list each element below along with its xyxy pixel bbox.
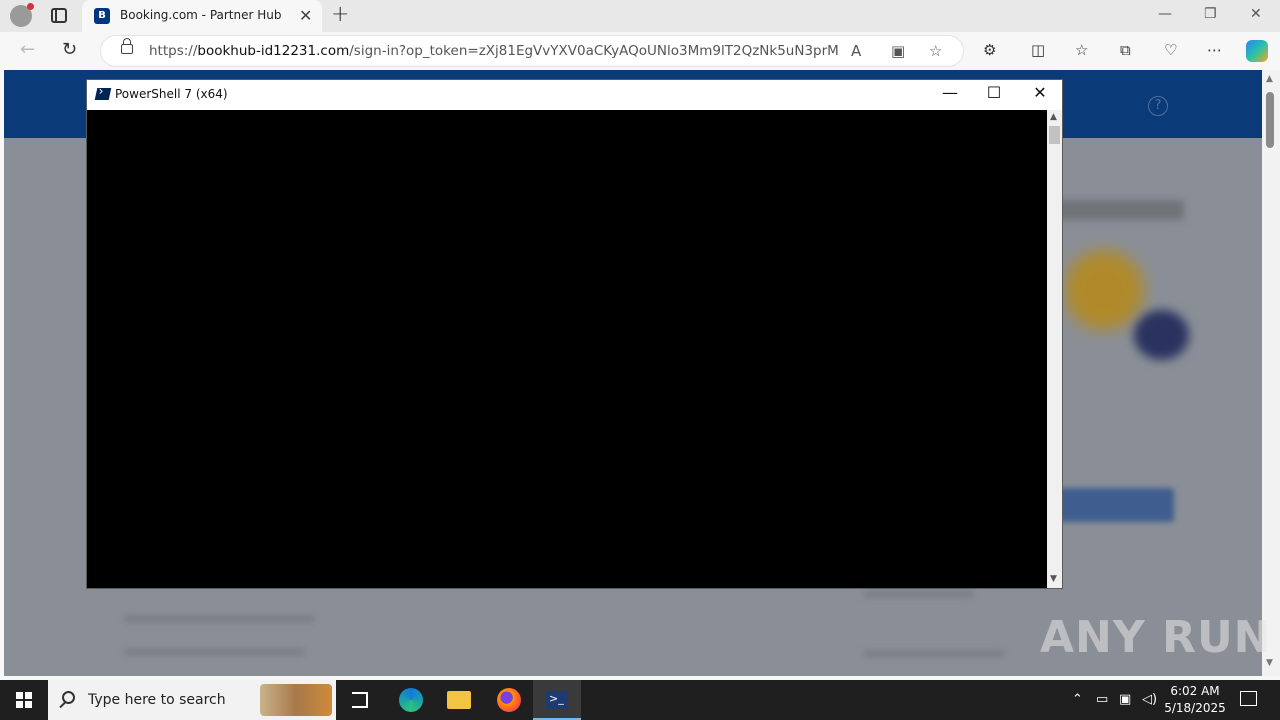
profile-avatar-icon[interactable] [10, 3, 34, 27]
favorite-star-icon[interactable]: ☆ [929, 42, 942, 60]
extensions-icon[interactable]: ⚙ [983, 41, 996, 59]
tab-title: Booking.com - Partner Hub [120, 8, 282, 22]
taskbar: Type here to search ⌃ ▭ ▣ ◁) 6:02 AM 5/1… [0, 680, 1280, 720]
powershell-window[interactable]: PowerShell 7 (x64) — ☐ ✕ ▲ ▼ [86, 79, 1063, 589]
ps-minimize-button[interactable]: — [935, 83, 965, 102]
blurred-text [864, 590, 974, 598]
lock-icon[interactable] [121, 38, 133, 54]
url-text[interactable]: https://bookhub-id12231.com/sign-in?op_t… [149, 43, 839, 59]
browser-essentials-icon[interactable]: ♡ [1164, 41, 1177, 59]
folder-icon [447, 691, 471, 709]
edge-taskbar-button[interactable] [386, 680, 434, 720]
windows-start-icon[interactable] [16, 692, 32, 708]
immersive-reader-icon[interactable]: ▣ [891, 42, 905, 60]
help-icon[interactable]: ? [1148, 96, 1168, 116]
notifications-icon[interactable] [1240, 691, 1257, 706]
firefox-taskbar-button[interactable] [484, 680, 532, 720]
edge-icon [399, 688, 423, 712]
firefox-icon [497, 688, 521, 712]
network-icon[interactable]: ▣ [1119, 692, 1131, 707]
browser-tab-strip: B Booking.com - Partner Hub ✕ + — ❐ ✕ [0, 0, 1280, 32]
search-highlight-image [260, 684, 332, 716]
scrollbar-thumb[interactable] [1266, 92, 1274, 148]
refresh-icon[interactable]: ↻ [62, 39, 77, 60]
copilot-icon[interactable] [1246, 40, 1268, 62]
ps-maximize-button[interactable]: ☐ [979, 83, 1009, 102]
page-scrollbar[interactable]: ▲ ▼ [1262, 70, 1280, 676]
clock-time: 6:02 AM [1170, 684, 1220, 698]
blurred-heading [1044, 200, 1184, 220]
powershell-title: PowerShell 7 (x64) [115, 87, 228, 101]
blurred-illustration-shape [1134, 310, 1189, 360]
browser-close-button[interactable]: ✕ [1250, 6, 1262, 22]
blurred-button [1054, 488, 1174, 522]
powershell-taskbar-button[interactable] [533, 680, 581, 720]
back-icon[interactable]: ← [20, 39, 35, 60]
read-aloud-icon[interactable]: A [851, 42, 861, 60]
more-menu-icon[interactable]: ⋯ [1207, 41, 1222, 59]
tab-close-icon[interactable]: ✕ [299, 6, 312, 25]
address-bar[interactable]: https://bookhub-id12231.com/sign-in?op_t… [100, 35, 964, 67]
clock-date: 5/18/2025 [1164, 701, 1226, 715]
split-screen-icon[interactable]: ◫ [1031, 41, 1045, 59]
powershell-app-icon [546, 691, 568, 709]
blurred-link [124, 648, 304, 656]
powershell-console[interactable] [87, 110, 1047, 588]
browser-tab-active[interactable]: B Booking.com - Partner Hub ✕ [82, 0, 322, 32]
powershell-icon [94, 88, 112, 100]
new-tab-button[interactable]: + [331, 2, 349, 27]
volume-icon[interactable]: ◁) [1142, 692, 1157, 707]
browser-minimize-button[interactable]: — [1158, 6, 1172, 22]
tray-chevron-icon[interactable]: ⌃ [1072, 692, 1083, 707]
blurred-link [124, 615, 314, 623]
booking-favicon-icon: B [94, 8, 110, 24]
search-placeholder: Type here to search [88, 692, 226, 708]
tray-device-icon[interactable]: ▭ [1096, 692, 1108, 707]
file-explorer-taskbar-button[interactable] [435, 680, 483, 720]
taskbar-clock[interactable]: 6:02 AM 5/18/2025 [1158, 683, 1232, 717]
anyrun-watermark: ANY RUN [1040, 612, 1272, 663]
blurred-illustration [1064, 250, 1144, 330]
tab-actions-icon[interactable] [51, 8, 67, 23]
powershell-titlebar[interactable]: PowerShell 7 (x64) — ☐ ✕ [87, 80, 1062, 110]
blurred-text [864, 650, 1004, 658]
taskbar-search-box[interactable]: Type here to search [48, 680, 336, 720]
console-scroll-up-icon[interactable]: ▲ [1050, 112, 1057, 122]
browser-toolbar: ← ↻ https://bookhub-id12231.com/sign-in?… [0, 32, 1280, 70]
ps-close-button[interactable]: ✕ [1025, 83, 1055, 102]
browser-restore-button[interactable]: ❐ [1204, 6, 1217, 22]
console-scroll-down-icon[interactable]: ▼ [1050, 574, 1057, 584]
task-view-icon[interactable] [352, 692, 368, 708]
console-scrollbar-thumb[interactable] [1049, 126, 1060, 144]
favorites-icon[interactable]: ☆ [1075, 41, 1088, 59]
scroll-up-icon[interactable]: ▲ [1266, 74, 1273, 84]
search-icon [62, 691, 75, 704]
collections-icon[interactable]: ⧉ [1120, 41, 1131, 59]
console-scrollbar[interactable]: ▲ ▼ [1047, 110, 1062, 588]
